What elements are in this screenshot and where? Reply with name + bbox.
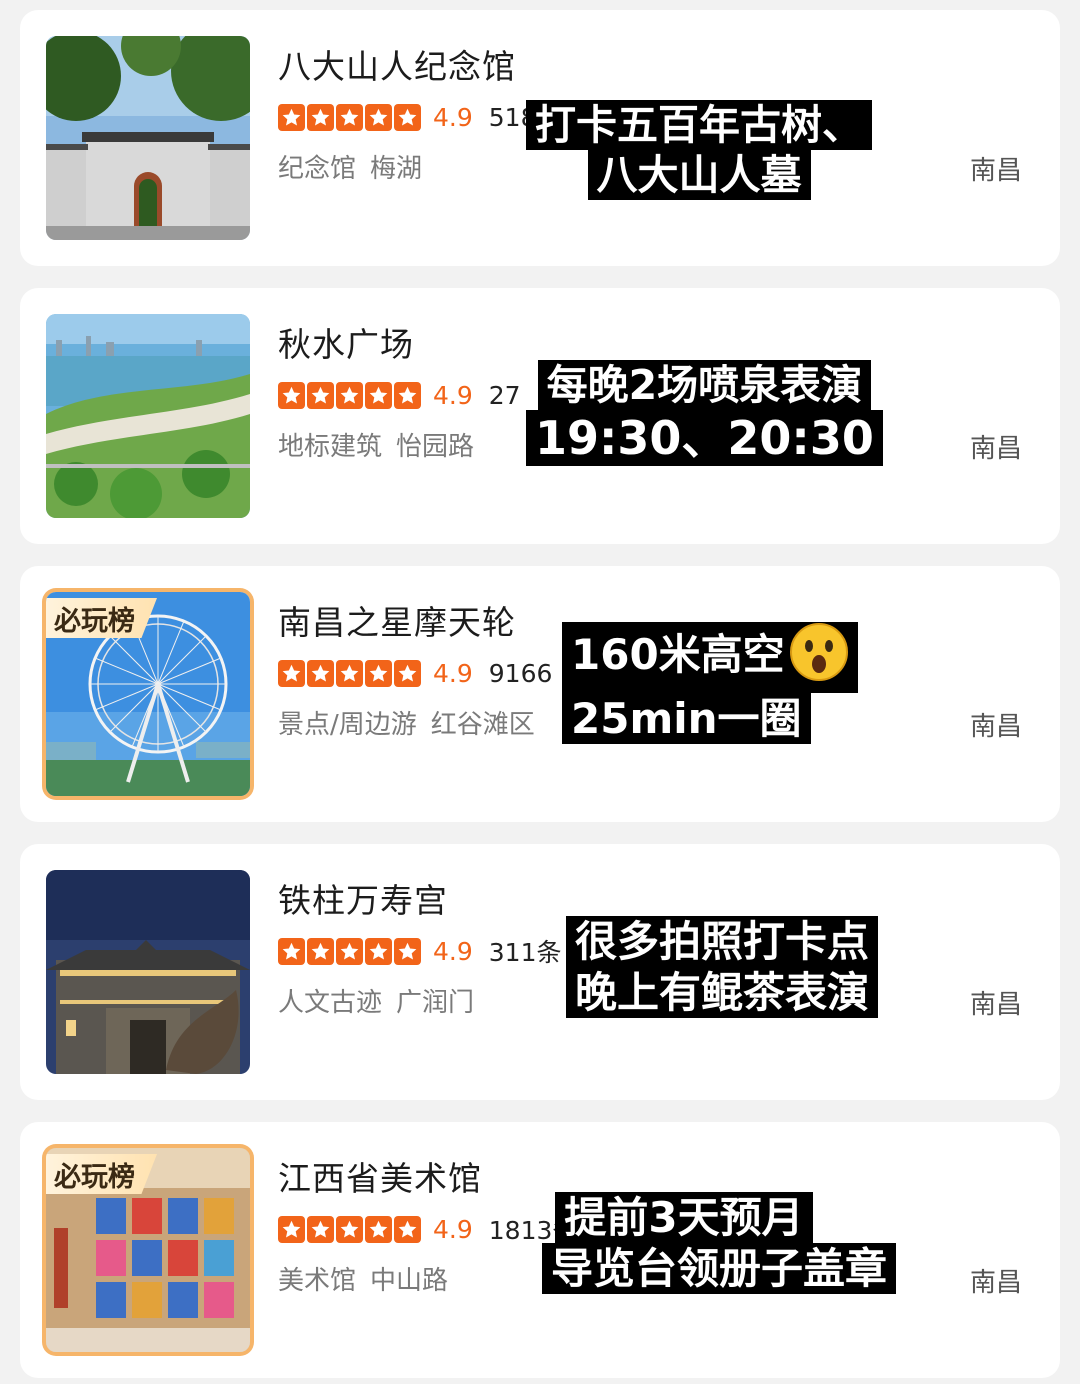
caption-text: 160米高空 xyxy=(571,630,785,680)
star-rating xyxy=(278,659,421,687)
listing-title[interactable]: 江西省美术馆 xyxy=(278,1152,482,1200)
listing-card[interactable]: 必玩榜 江西省美术馆 4.9 1813条 美术馆 中山路 南昌 xyxy=(20,1122,1060,1378)
star-icon xyxy=(336,1215,363,1243)
caption-line: 25min一圈 xyxy=(562,693,811,745)
listing-card[interactable]: 必玩榜 南昌之星摩天轮 4.9 9166 景点/周边游 红谷滩区 南昌 xyxy=(20,566,1060,822)
caption-line: 每晚2场喷泉表演 xyxy=(537,360,872,411)
river-square-photo[interactable] xyxy=(46,314,250,518)
review-count: 27 xyxy=(488,380,521,410)
must-play-badge: 必玩榜 xyxy=(46,598,157,638)
star-icon xyxy=(365,381,392,409)
caption-overlay: 每晚2场喷泉表演 19:30、20:30 xyxy=(526,360,883,467)
rating-score: 4.9 xyxy=(433,658,473,688)
category-tags: 纪念馆 梅湖 xyxy=(278,148,422,185)
must-play-badge: 必玩榜 xyxy=(46,1154,157,1194)
city-label: 南昌 xyxy=(969,990,1022,1020)
caption-overlay: 160米高空 25min一圈 xyxy=(562,622,858,745)
star-icon xyxy=(278,1215,305,1243)
star-icon xyxy=(336,103,363,131)
city-label: 南昌 xyxy=(969,434,1022,464)
area-tag: 广润门 xyxy=(396,988,475,1018)
star-icon xyxy=(394,381,421,409)
area-tag: 怡园路 xyxy=(396,432,475,462)
star-icon xyxy=(307,937,334,965)
category-tags: 美术馆 中山路 xyxy=(278,1260,448,1297)
star-icon xyxy=(278,381,305,409)
listing-title[interactable]: 铁柱万寿宫 xyxy=(278,874,448,922)
memorial-gate-photo[interactable] xyxy=(46,36,250,240)
listing-title[interactable]: 南昌之星摩天轮 xyxy=(278,596,516,644)
temple-night-photo[interactable] xyxy=(46,870,250,1074)
star-icon xyxy=(394,659,421,687)
review-count: 311条 xyxy=(488,938,562,967)
star-icon xyxy=(278,659,305,687)
listing-card[interactable]: 铁柱万寿宫 4.9 311条 人文古迹 广润门 南昌 xyxy=(20,844,1060,1100)
caption-line: 160米高空 xyxy=(562,622,858,694)
astonished-face-emoji xyxy=(789,622,849,693)
rating-row: 4.9 518 xyxy=(278,102,536,132)
star-icon xyxy=(336,937,363,965)
category-tags: 景点/周边游 红谷滩区 xyxy=(278,704,535,741)
city-label: 南昌 xyxy=(969,1268,1022,1298)
star-icon xyxy=(336,381,363,409)
star-icon xyxy=(394,1215,421,1243)
caption-line: 晚上有鲲茶表演 xyxy=(566,967,879,1019)
category-tags: 地标建筑 怡园路 xyxy=(278,426,474,463)
star-icon xyxy=(365,103,392,131)
caption-line: 提前3天预月 xyxy=(555,1192,813,1244)
city-label: 南昌 xyxy=(969,712,1022,742)
category-tag: 景点/周边游 xyxy=(278,710,417,740)
category-tag: 纪念馆 xyxy=(278,154,357,184)
caption-line: 19:30、20:30 xyxy=(526,410,883,467)
rating-row: 4.9 27 xyxy=(278,380,521,410)
star-icon xyxy=(307,103,334,131)
rating-score: 4.9 xyxy=(433,1214,473,1244)
category-tag: 地标建筑 xyxy=(278,432,383,462)
listing-title[interactable]: 八大山人纪念馆 xyxy=(278,40,516,88)
star-rating xyxy=(278,1215,421,1243)
rating-row: 4.9 9166 xyxy=(278,658,552,688)
badge-label: 必玩榜 xyxy=(54,605,135,637)
star-icon xyxy=(365,937,392,965)
listing-title[interactable]: 秋水广场 xyxy=(278,318,414,366)
category-tag: 美术馆 xyxy=(278,1266,357,1296)
city-label: 南昌 xyxy=(969,156,1022,186)
star-icon xyxy=(365,1215,392,1243)
star-icon xyxy=(278,937,305,965)
category-tags: 人文古迹 广润门 xyxy=(278,982,474,1019)
caption-overlay: 提前3天预月 导览台领册子盖章 xyxy=(542,1192,897,1295)
caption-overlay: 打卡五百年古树、 八大山人墓 xyxy=(526,100,872,201)
star-rating xyxy=(278,937,421,965)
rating-score: 4.9 xyxy=(433,102,473,132)
star-icon xyxy=(365,659,392,687)
caption-line: 很多拍照打卡点 xyxy=(566,916,879,968)
area-tag: 中山路 xyxy=(370,1266,449,1296)
rating-score: 4.9 xyxy=(433,936,473,966)
area-tag: 梅湖 xyxy=(370,154,423,184)
caption-overlay: 很多拍照打卡点 晚上有鲲茶表演 xyxy=(566,916,879,1019)
area-tag: 红谷滩区 xyxy=(430,710,535,740)
ferris-wheel-photo[interactable]: 必玩榜 xyxy=(46,592,250,796)
rating-score: 4.9 xyxy=(433,380,473,410)
review-count: 9166 xyxy=(488,658,553,688)
star-icon xyxy=(394,103,421,131)
star-rating xyxy=(278,103,421,131)
star-icon xyxy=(394,937,421,965)
star-rating xyxy=(278,381,421,409)
caption-line: 导览台领册子盖章 xyxy=(542,1243,897,1295)
star-icon xyxy=(278,103,305,131)
art-gallery-photo[interactable]: 必玩榜 xyxy=(46,1148,250,1352)
rating-row: 4.9 1813条 xyxy=(278,1214,577,1245)
category-tag: 人文古迹 xyxy=(278,988,383,1018)
star-icon xyxy=(307,381,334,409)
badge-label: 必玩榜 xyxy=(54,1161,135,1193)
star-icon xyxy=(307,659,334,687)
star-icon xyxy=(307,1215,334,1243)
caption-line: 打卡五百年古树、 xyxy=(526,100,872,151)
rating-row: 4.9 311条 xyxy=(278,936,562,967)
star-icon xyxy=(336,659,363,687)
caption-line: 八大山人墓 xyxy=(587,150,811,201)
